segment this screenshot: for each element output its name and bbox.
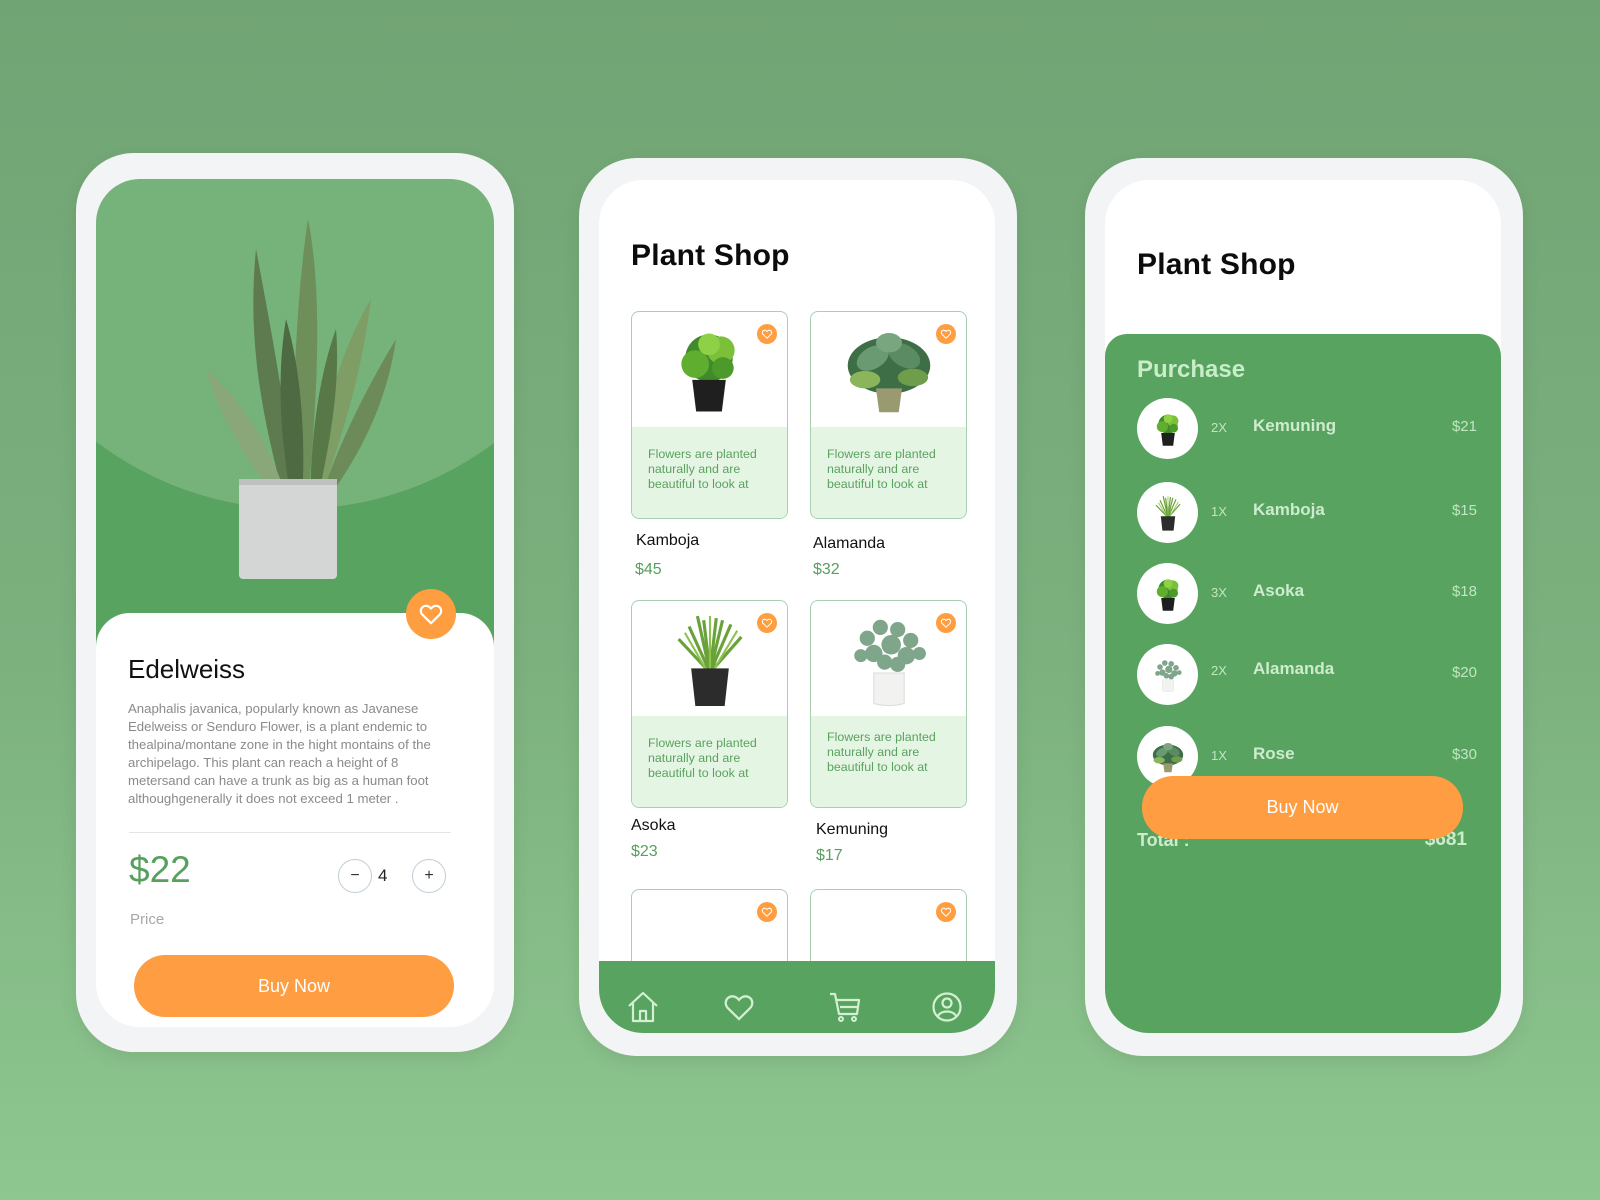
shop-screen: Plant Shop Flowers are planted naturally… xyxy=(599,180,995,1033)
item-price: $20 xyxy=(1451,664,1477,681)
product-card-description: Flowers are planted naturally and are be… xyxy=(827,730,936,774)
cart-item[interactable]: 2X Kemuning $21 xyxy=(1137,398,1477,460)
item-price: $15 xyxy=(1451,502,1477,519)
heart-icon xyxy=(940,328,952,340)
product-title: Edelweiss xyxy=(128,654,246,684)
item-price: $30 xyxy=(1451,746,1477,763)
product-price: $23 xyxy=(631,843,658,860)
cart-icon xyxy=(830,992,861,1022)
cart-screen: Plant Shop Purchase 2X Kemuning $21 1X K… xyxy=(1105,180,1501,1033)
item-name: Rose xyxy=(1253,744,1295,763)
favorite-button[interactable] xyxy=(757,613,777,633)
increase-quantity-button[interactable]: + xyxy=(412,859,446,893)
product-price: $17 xyxy=(816,847,843,864)
cart-phone: Plant Shop Purchase 2X Kemuning $21 1X K… xyxy=(1085,158,1523,1056)
product-detail-phone: Edelweiss Anaphalis javanica, popularly … xyxy=(76,153,514,1052)
product-detail-screen: Edelweiss Anaphalis javanica, popularly … xyxy=(96,179,494,1027)
purchase-panel: Purchase 2X Kemuning $21 1X Kamboja $15 … xyxy=(1105,334,1501,1033)
item-name: Alamanda xyxy=(1253,659,1335,678)
item-quantity: 1X xyxy=(1211,504,1227,519)
cart-item[interactable]: 1X Kamboja $15 xyxy=(1137,482,1477,544)
item-quantity: 2X xyxy=(1211,663,1227,678)
nav-cart[interactable] xyxy=(827,989,863,1025)
nav-favorites[interactable] xyxy=(721,989,757,1025)
heart-icon xyxy=(940,906,952,918)
heart-icon xyxy=(761,328,773,340)
cart-item[interactable]: 3X Asoka $18 xyxy=(1137,563,1477,625)
item-quantity: 1X xyxy=(1211,748,1227,763)
nav-home[interactable] xyxy=(625,989,661,1025)
snake-plant-image xyxy=(206,219,396,579)
buy-now-button[interactable]: Buy Now xyxy=(1142,776,1463,839)
item-name: Asoka xyxy=(1253,581,1305,600)
item-thumbnail xyxy=(1137,644,1198,705)
product-card-description: Flowers are planted naturally and are be… xyxy=(827,447,936,491)
product-price: $32 xyxy=(813,561,840,578)
page-title: Plant Shop xyxy=(1137,248,1296,281)
heart-icon xyxy=(724,995,754,1021)
item-price: $18 xyxy=(1451,583,1477,600)
product-card[interactable]: Flowers are planted naturally and are be… xyxy=(810,311,967,519)
quantity-value: 4 xyxy=(378,866,388,885)
favorite-button[interactable] xyxy=(757,324,777,344)
item-quantity: 2X xyxy=(1211,420,1227,435)
favorite-button[interactable] xyxy=(936,324,956,344)
product-name: Alamanda xyxy=(813,535,886,552)
bottom-nav xyxy=(599,961,995,1033)
product-price: $45 xyxy=(635,561,662,578)
item-thumbnail xyxy=(1137,563,1198,624)
buy-now-button[interactable]: Buy Now xyxy=(134,955,454,1017)
product-price: $22 xyxy=(129,849,191,890)
product-card[interactable]: Flowers are planted naturally and are be… xyxy=(631,600,788,808)
product-card[interactable]: Flowers are planted naturally and are be… xyxy=(631,311,788,519)
item-name: Kemuning xyxy=(1253,416,1337,435)
home-icon xyxy=(628,991,658,1023)
item-thumbnail xyxy=(1137,482,1198,543)
favorite-button[interactable] xyxy=(406,589,456,639)
page-title: Plant Shop xyxy=(631,239,790,272)
heart-icon xyxy=(940,617,952,629)
product-card-description: Flowers are planted naturally and are be… xyxy=(648,736,757,780)
favorite-button[interactable] xyxy=(936,902,956,922)
product-name: Asoka xyxy=(631,817,676,834)
nav-profile[interactable] xyxy=(929,989,965,1025)
favorite-button[interactable] xyxy=(757,902,777,922)
heart-icon xyxy=(418,601,444,627)
item-quantity: 3X xyxy=(1211,585,1227,600)
product-name: Kamboja xyxy=(636,532,700,549)
product-card[interactable]: Flowers are planted naturally and are be… xyxy=(810,600,967,808)
product-hero xyxy=(96,179,494,649)
product-name: Kemuning xyxy=(816,821,889,838)
price-label: Price xyxy=(130,911,165,928)
item-price: $21 xyxy=(1451,418,1477,435)
product-card-description: Flowers are planted naturally and are be… xyxy=(648,447,757,491)
purchase-heading: Purchase xyxy=(1137,356,1246,383)
shop-phone: Plant Shop Flowers are planted naturally… xyxy=(579,158,1017,1056)
item-thumbnail xyxy=(1137,398,1198,459)
heart-icon xyxy=(761,906,773,918)
profile-icon xyxy=(932,992,962,1022)
heart-icon xyxy=(761,617,773,629)
favorite-button[interactable] xyxy=(936,613,956,633)
product-description: Anaphalis javanica, popularly known as J… xyxy=(128,701,431,806)
divider xyxy=(129,832,451,833)
cart-item[interactable]: 2X Alamanda $20 xyxy=(1137,644,1477,706)
decrease-quantity-button[interactable]: − xyxy=(338,859,372,893)
item-name: Kamboja xyxy=(1253,500,1325,519)
